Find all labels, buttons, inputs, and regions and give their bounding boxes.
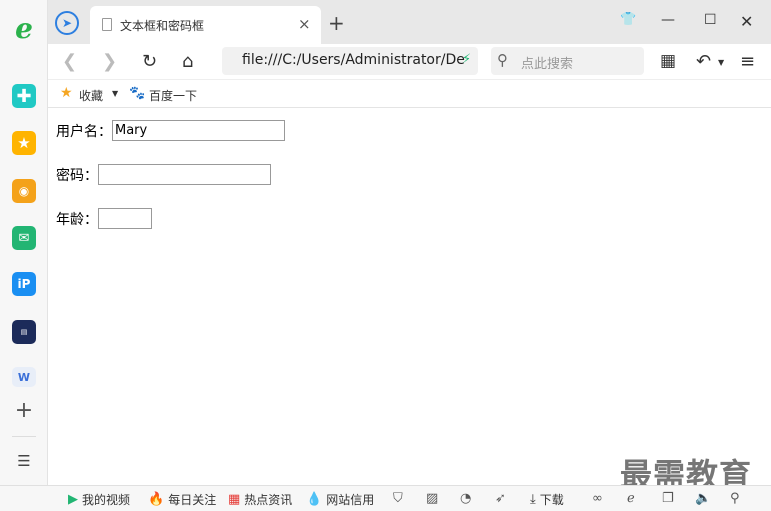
page-content: 用户名： 密码： 年龄：: [48, 109, 771, 485]
maximize-icon[interactable]: ☐: [704, 12, 717, 28]
search-icon: ⚲: [497, 51, 508, 69]
address-bar[interactable]: file:///C:/Users/Administrator/De ⚡: [222, 47, 478, 75]
title-bar: ➤ 文本框和密码框 × + 👕 — ☐ ✕: [48, 0, 771, 44]
page-icon: [102, 18, 112, 31]
video-play-icon: ▶: [68, 492, 78, 507]
age-label: 年龄：: [56, 211, 98, 228]
username-input[interactable]: [112, 120, 285, 141]
close-tab-icon[interactable]: ×: [298, 15, 311, 33]
status-bar: ▶ 我的视频 🔥 每日关注 ▦ 热点资讯 💧 网站信用 ⛉ ▨ ◔ ➶ ⤓ 下载…: [0, 485, 771, 511]
lightning-icon[interactable]: ⚡: [462, 52, 471, 67]
rocket-icon[interactable]: ➶: [495, 491, 506, 506]
drop-icon: 💧: [306, 492, 323, 507]
speed-icon[interactable]: ◔: [460, 491, 471, 506]
bookmarks-bar: ★ 收藏 ▼ 🐾 百度一下: [48, 80, 771, 108]
star-icon[interactable]: ★: [12, 131, 36, 155]
my-video-button[interactable]: ▶ 我的视频: [68, 491, 130, 508]
new-tab-button[interactable]: +: [328, 11, 345, 35]
weibo-icon[interactable]: ◉: [12, 179, 36, 203]
image-icon[interactable]: ▨: [426, 491, 438, 506]
password-label: 密码：: [56, 167, 98, 184]
ie-icon[interactable]: e: [12, 12, 36, 45]
minimize-icon[interactable]: —: [661, 12, 675, 28]
sidebar: e ✚ ★ ◉ ✉ iP ▤ W + ☰: [0, 0, 48, 485]
word-doc-icon[interactable]: W: [12, 367, 36, 387]
back-icon[interactable]: ❮: [62, 51, 77, 72]
baidu-paw-icon[interactable]: 🐾: [129, 86, 145, 101]
news-icon[interactable]: ▤: [12, 320, 36, 344]
skin-shirt-icon[interactable]: 👕: [620, 12, 636, 27]
window-icon[interactable]: ❐: [662, 491, 674, 506]
address-text[interactable]: file:///C:/Users/Administrator/De: [242, 52, 465, 68]
hot-news-button[interactable]: ▦ 热点资讯: [228, 491, 292, 508]
daily-focus-button[interactable]: 🔥 每日关注: [148, 491, 216, 508]
username-row: 用户名：: [56, 120, 285, 141]
site-credit-button[interactable]: 💧 网站信用: [306, 491, 374, 508]
age-row: 年龄：: [56, 208, 152, 229]
plus-cross-icon[interactable]: ✚: [12, 84, 36, 108]
zoom-icon[interactable]: ⚲: [730, 491, 740, 506]
download-label: 下载: [539, 493, 564, 507]
download-button[interactable]: ⤓ 下载: [530, 491, 564, 508]
navigation-arrow-icon[interactable]: ➤: [55, 11, 79, 35]
news-grid-icon: ▦: [228, 492, 241, 507]
download-icon: ⤓: [530, 492, 536, 507]
glasses-icon[interactable]: ∞: [592, 491, 603, 506]
hot-news-label: 热点资讯: [244, 493, 293, 507]
undo-dropdown-icon[interactable]: ▼: [718, 58, 724, 67]
search-box[interactable]: ⚲ 点此搜索: [491, 47, 644, 75]
age-input[interactable]: [98, 208, 152, 229]
sidebar-divider: [12, 436, 36, 437]
tab-active[interactable]: 文本框和密码框 ×: [90, 6, 321, 44]
flame-icon: 🔥: [148, 492, 165, 507]
tab-title: 文本框和密码框: [120, 19, 205, 33]
apps-grid-icon[interactable]: ▦: [660, 51, 676, 71]
daily-focus-label: 每日关注: [168, 493, 217, 507]
site-credit-label: 网站信用: [326, 493, 375, 507]
close-window-icon[interactable]: ✕: [740, 12, 753, 31]
favorites-label[interactable]: 收藏: [79, 87, 103, 104]
favorites-star-icon[interactable]: ★: [60, 85, 73, 101]
volume-icon[interactable]: 🔈: [695, 491, 711, 506]
undo-icon[interactable]: ↶: [696, 51, 711, 72]
sidebar-menu-icon[interactable]: ☰: [12, 450, 36, 472]
forward-icon[interactable]: ❯: [102, 51, 117, 72]
shield-icon[interactable]: ⛉: [393, 491, 403, 506]
my-video-label: 我的视频: [82, 493, 131, 507]
username-label: 用户名：: [56, 123, 112, 140]
nav-bar: ❮ ❯ ↻ ⌂ file:///C:/Users/Administrator/D…: [48, 44, 771, 80]
ie-small-icon[interactable]: ℯ: [627, 491, 635, 506]
add-sidebar-icon[interactable]: +: [12, 398, 36, 423]
baidu-bookmark[interactable]: 百度一下: [149, 87, 197, 104]
search-placeholder[interactable]: 点此搜索: [521, 53, 573, 72]
favorites-dropdown-icon[interactable]: ▼: [112, 89, 118, 98]
reload-icon[interactable]: ↻: [142, 51, 157, 72]
password-row: 密码：: [56, 164, 271, 185]
mail-icon[interactable]: ✉: [12, 226, 36, 250]
home-icon[interactable]: ⌂: [182, 51, 193, 72]
password-input[interactable]: [98, 164, 271, 185]
menu-icon[interactable]: ≡: [740, 51, 755, 72]
ip-icon[interactable]: iP: [12, 272, 36, 296]
